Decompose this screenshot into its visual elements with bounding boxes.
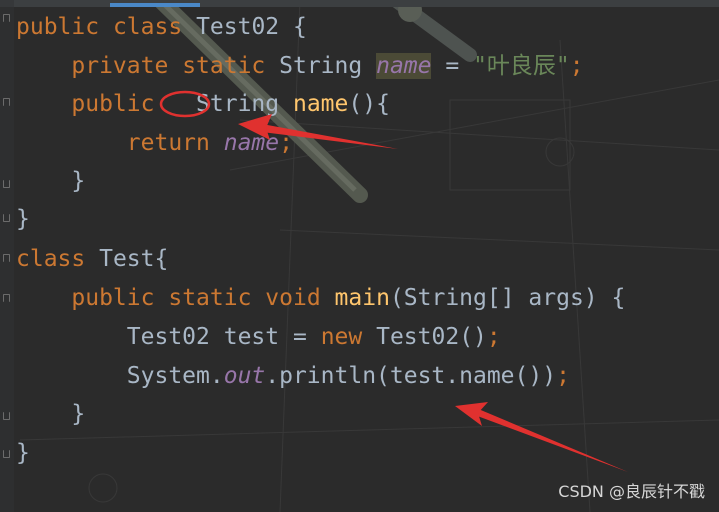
- editor-tab-bar: [0, 0, 719, 7]
- code-line-9[interactable]: Test02 test = new Test02();: [16, 318, 501, 356]
- keyword: class: [16, 246, 86, 272]
- type-name: Test02: [126, 324, 210, 350]
- editor-gutter: [0, 0, 14, 512]
- semicolon: ;: [569, 53, 584, 79]
- brace: {: [154, 246, 169, 272]
- fold-marker-icon[interactable]: [3, 214, 10, 222]
- brace: }: [16, 440, 30, 466]
- operator: =: [445, 53, 460, 79]
- code-line-12[interactable]: }: [16, 434, 30, 472]
- semicolon: ;: [556, 363, 570, 389]
- operator: =: [292, 324, 307, 350]
- code-editor[interactable]: public class Test02 { private static Str…: [0, 0, 719, 512]
- code-line-2[interactable]: private static String name = "叶良辰";: [16, 47, 584, 85]
- method-name: main: [334, 285, 390, 311]
- keyword: public: [71, 285, 155, 311]
- keyword: void: [265, 285, 321, 311]
- brace: }: [71, 401, 86, 427]
- keyword: class: [112, 14, 183, 40]
- code-line-1[interactable]: public class Test02 {: [16, 8, 307, 46]
- brace: }: [71, 168, 86, 194]
- code-line-6[interactable]: }: [16, 200, 30, 238]
- keyword: private: [71, 53, 169, 79]
- field-name: name: [223, 130, 280, 156]
- constructor-call: Test02(): [376, 324, 487, 350]
- fold-marker-icon[interactable]: [3, 98, 10, 106]
- class-name: Test02: [196, 14, 280, 40]
- code-line-3[interactable]: public String name(){: [16, 85, 390, 123]
- keyword: static: [182, 53, 266, 79]
- string-literal: "叶良辰": [473, 53, 570, 79]
- type-name: String: [279, 53, 363, 79]
- fold-marker-icon[interactable]: [3, 14, 10, 22]
- code-line-10[interactable]: System.out.println(test.name());: [16, 357, 570, 395]
- fold-marker-icon[interactable]: [3, 294, 10, 302]
- fold-marker-icon[interactable]: [3, 180, 10, 188]
- code-line-7[interactable]: class Test{: [16, 240, 168, 278]
- code-line-8[interactable]: public static void main(String[] args) {: [16, 279, 625, 317]
- method-call: .println(test.name()): [265, 363, 557, 389]
- keyword: new: [320, 324, 363, 350]
- object-name: System.: [126, 363, 224, 389]
- watermark-text: CSDN @良辰针不戳: [558, 482, 705, 501]
- semicolon: ;: [486, 324, 501, 350]
- type-name: String: [196, 91, 280, 117]
- fold-marker-icon[interactable]: [3, 412, 10, 420]
- parens: (){: [348, 91, 390, 117]
- semicolon: ;: [279, 130, 293, 156]
- class-name: Test: [99, 246, 155, 272]
- keyword: return: [126, 130, 210, 156]
- code-line-5[interactable]: }: [16, 162, 85, 200]
- fold-marker-icon[interactable]: [3, 450, 10, 458]
- method-name: name: [292, 91, 349, 117]
- brace: }: [16, 206, 30, 232]
- variable-name: test: [223, 324, 280, 350]
- parameters: (String[] args) {: [389, 285, 626, 311]
- keyword: public: [71, 91, 155, 117]
- code-line-11[interactable]: }: [16, 395, 85, 433]
- field-name: name: [376, 53, 432, 79]
- fold-marker-icon[interactable]: [3, 254, 10, 262]
- field-name: out: [223, 363, 266, 389]
- keyword: public: [16, 14, 100, 40]
- keyword: static: [168, 285, 252, 311]
- active-tab-indicator: [110, 3, 200, 7]
- code-line-4[interactable]: return name;: [16, 124, 293, 162]
- brace: {: [293, 14, 307, 40]
